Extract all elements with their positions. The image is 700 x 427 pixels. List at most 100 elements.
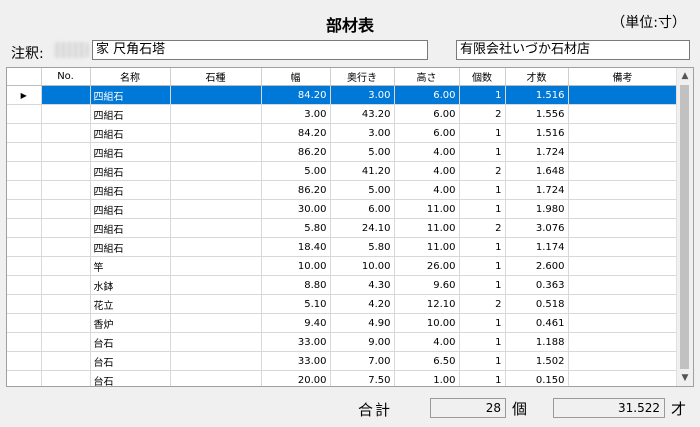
cell-count[interactable]: 1 (459, 142, 506, 162)
cell-note[interactable] (568, 104, 678, 124)
cell-count[interactable]: 2 (459, 294, 506, 314)
cell-stone[interactable] (170, 199, 262, 219)
cell-stone[interactable] (170, 256, 262, 276)
column-header-height[interactable]: 高さ (394, 68, 460, 86)
cell-no[interactable] (41, 85, 91, 105)
cell-name[interactable]: 台石 (90, 351, 171, 371)
table-row[interactable]: 四組石 5.80 24.10 11.00 2 3.076 (7, 218, 678, 238)
cell-height[interactable]: 4.00 (394, 332, 460, 352)
cell-depth[interactable]: 43.20 (330, 104, 395, 124)
column-header-stone[interactable]: 石種 (170, 68, 262, 86)
column-header-sai[interactable]: 才数 (505, 68, 569, 86)
cell-stone[interactable] (170, 370, 262, 386)
cell-name[interactable]: 花立 (90, 294, 171, 314)
cell-name[interactable]: 香炉 (90, 313, 171, 333)
cell-name[interactable]: 水鉢 (90, 275, 171, 295)
cell-height[interactable]: 4.00 (394, 180, 460, 200)
row-header[interactable] (7, 256, 42, 276)
vertical-scrollbar[interactable]: ▲ ▼ (676, 68, 693, 386)
cell-count[interactable]: 1 (459, 256, 506, 276)
table-row[interactable]: 台石 20.00 7.50 1.00 1 0.150 (7, 370, 678, 386)
cell-width[interactable]: 3.00 (261, 104, 331, 124)
cell-name[interactable]: 四組石 (90, 104, 171, 124)
cell-sai[interactable]: 1.188 (505, 332, 569, 352)
cell-height[interactable]: 10.00 (394, 313, 460, 333)
table-row[interactable]: 四組石 18.40 5.80 11.00 1 1.174 (7, 237, 678, 257)
cell-count[interactable]: 1 (459, 237, 506, 257)
cell-stone[interactable] (170, 237, 262, 257)
cell-count[interactable]: 1 (459, 332, 506, 352)
cell-stone[interactable] (170, 180, 262, 200)
row-header[interactable] (7, 199, 42, 219)
cell-stone[interactable] (170, 275, 262, 295)
cell-height[interactable]: 4.00 (394, 161, 460, 181)
column-header-note[interactable]: 備考 (568, 68, 678, 86)
row-header[interactable] (7, 237, 42, 257)
table-row[interactable]: 台石 33.00 9.00 4.00 1 1.188 (7, 332, 678, 352)
cell-note[interactable] (568, 351, 678, 371)
cell-depth[interactable]: 5.00 (330, 180, 395, 200)
table-row[interactable]: 四組石 5.00 41.20 4.00 2 1.648 (7, 161, 678, 181)
cell-note[interactable] (568, 199, 678, 219)
cell-height[interactable]: 11.00 (394, 218, 460, 238)
row-header[interactable] (7, 142, 42, 162)
cell-height[interactable]: 9.60 (394, 275, 460, 295)
cell-width[interactable]: 20.00 (261, 370, 331, 386)
cell-depth[interactable]: 7.50 (330, 370, 395, 386)
cell-depth[interactable]: 4.90 (330, 313, 395, 333)
table-row[interactable]: 四組石 86.20 5.00 4.00 1 1.724 (7, 180, 678, 200)
cell-note[interactable] (568, 370, 678, 386)
cell-no[interactable] (41, 161, 91, 181)
table-row[interactable]: 香炉 9.40 4.90 10.00 1 0.461 (7, 313, 678, 333)
cell-no[interactable] (41, 123, 91, 143)
cell-height[interactable]: 6.00 (394, 85, 460, 105)
cell-stone[interactable] (170, 123, 262, 143)
row-header[interactable] (7, 313, 42, 333)
scrollbar-thumb[interactable] (680, 85, 689, 369)
cell-depth[interactable]: 4.20 (330, 294, 395, 314)
cell-note[interactable] (568, 256, 678, 276)
cell-name[interactable]: 台石 (90, 332, 171, 352)
row-header[interactable] (7, 332, 42, 352)
cell-sai[interactable]: 1.516 (505, 123, 569, 143)
column-header-width[interactable]: 幅 (261, 68, 331, 86)
row-header[interactable] (7, 218, 42, 238)
cell-height[interactable]: 11.00 (394, 237, 460, 257)
cell-note[interactable] (568, 180, 678, 200)
cell-stone[interactable] (170, 313, 262, 333)
cell-width[interactable]: 84.20 (261, 85, 331, 105)
cell-sai[interactable]: 1.724 (505, 142, 569, 162)
column-header-no[interactable]: No. (41, 68, 91, 86)
row-header[interactable] (7, 370, 42, 386)
cell-note[interactable] (568, 161, 678, 181)
cell-no[interactable] (41, 370, 91, 386)
cell-height[interactable]: 26.00 (394, 256, 460, 276)
table-row[interactable]: 四組石 30.00 6.00 11.00 1 1.980 (7, 199, 678, 219)
cell-name[interactable]: 四組石 (90, 218, 171, 238)
cell-sai[interactable]: 1.556 (505, 104, 569, 124)
cell-no[interactable] (41, 199, 91, 219)
cell-no[interactable] (41, 313, 91, 333)
cell-depth[interactable]: 10.00 (330, 256, 395, 276)
cell-width[interactable]: 9.40 (261, 313, 331, 333)
cell-depth[interactable]: 4.30 (330, 275, 395, 295)
cell-note[interactable] (568, 313, 678, 333)
cell-stone[interactable] (170, 85, 262, 105)
cell-depth[interactable]: 9.00 (330, 332, 395, 352)
cell-width[interactable]: 5.10 (261, 294, 331, 314)
cell-count[interactable]: 1 (459, 275, 506, 295)
cell-depth[interactable]: 7.00 (330, 351, 395, 371)
cell-height[interactable]: 1.00 (394, 370, 460, 386)
cell-name[interactable]: 四組石 (90, 180, 171, 200)
table-row[interactable]: 四組石 86.20 5.00 4.00 1 1.724 (7, 142, 678, 162)
cell-depth[interactable]: 3.00 (330, 123, 395, 143)
cell-name[interactable]: 台石 (90, 370, 171, 386)
cell-depth[interactable]: 3.00 (330, 85, 395, 105)
table-row[interactable]: 四組石 3.00 43.20 6.00 2 1.556 (7, 104, 678, 124)
cell-depth[interactable]: 6.00 (330, 199, 395, 219)
cell-name[interactable]: 四組石 (90, 142, 171, 162)
cell-width[interactable]: 5.80 (261, 218, 331, 238)
row-header[interactable] (7, 161, 42, 181)
table-row[interactable]: 四組石 84.20 3.00 6.00 1 1.516 (7, 123, 678, 143)
cell-count[interactable]: 2 (459, 104, 506, 124)
